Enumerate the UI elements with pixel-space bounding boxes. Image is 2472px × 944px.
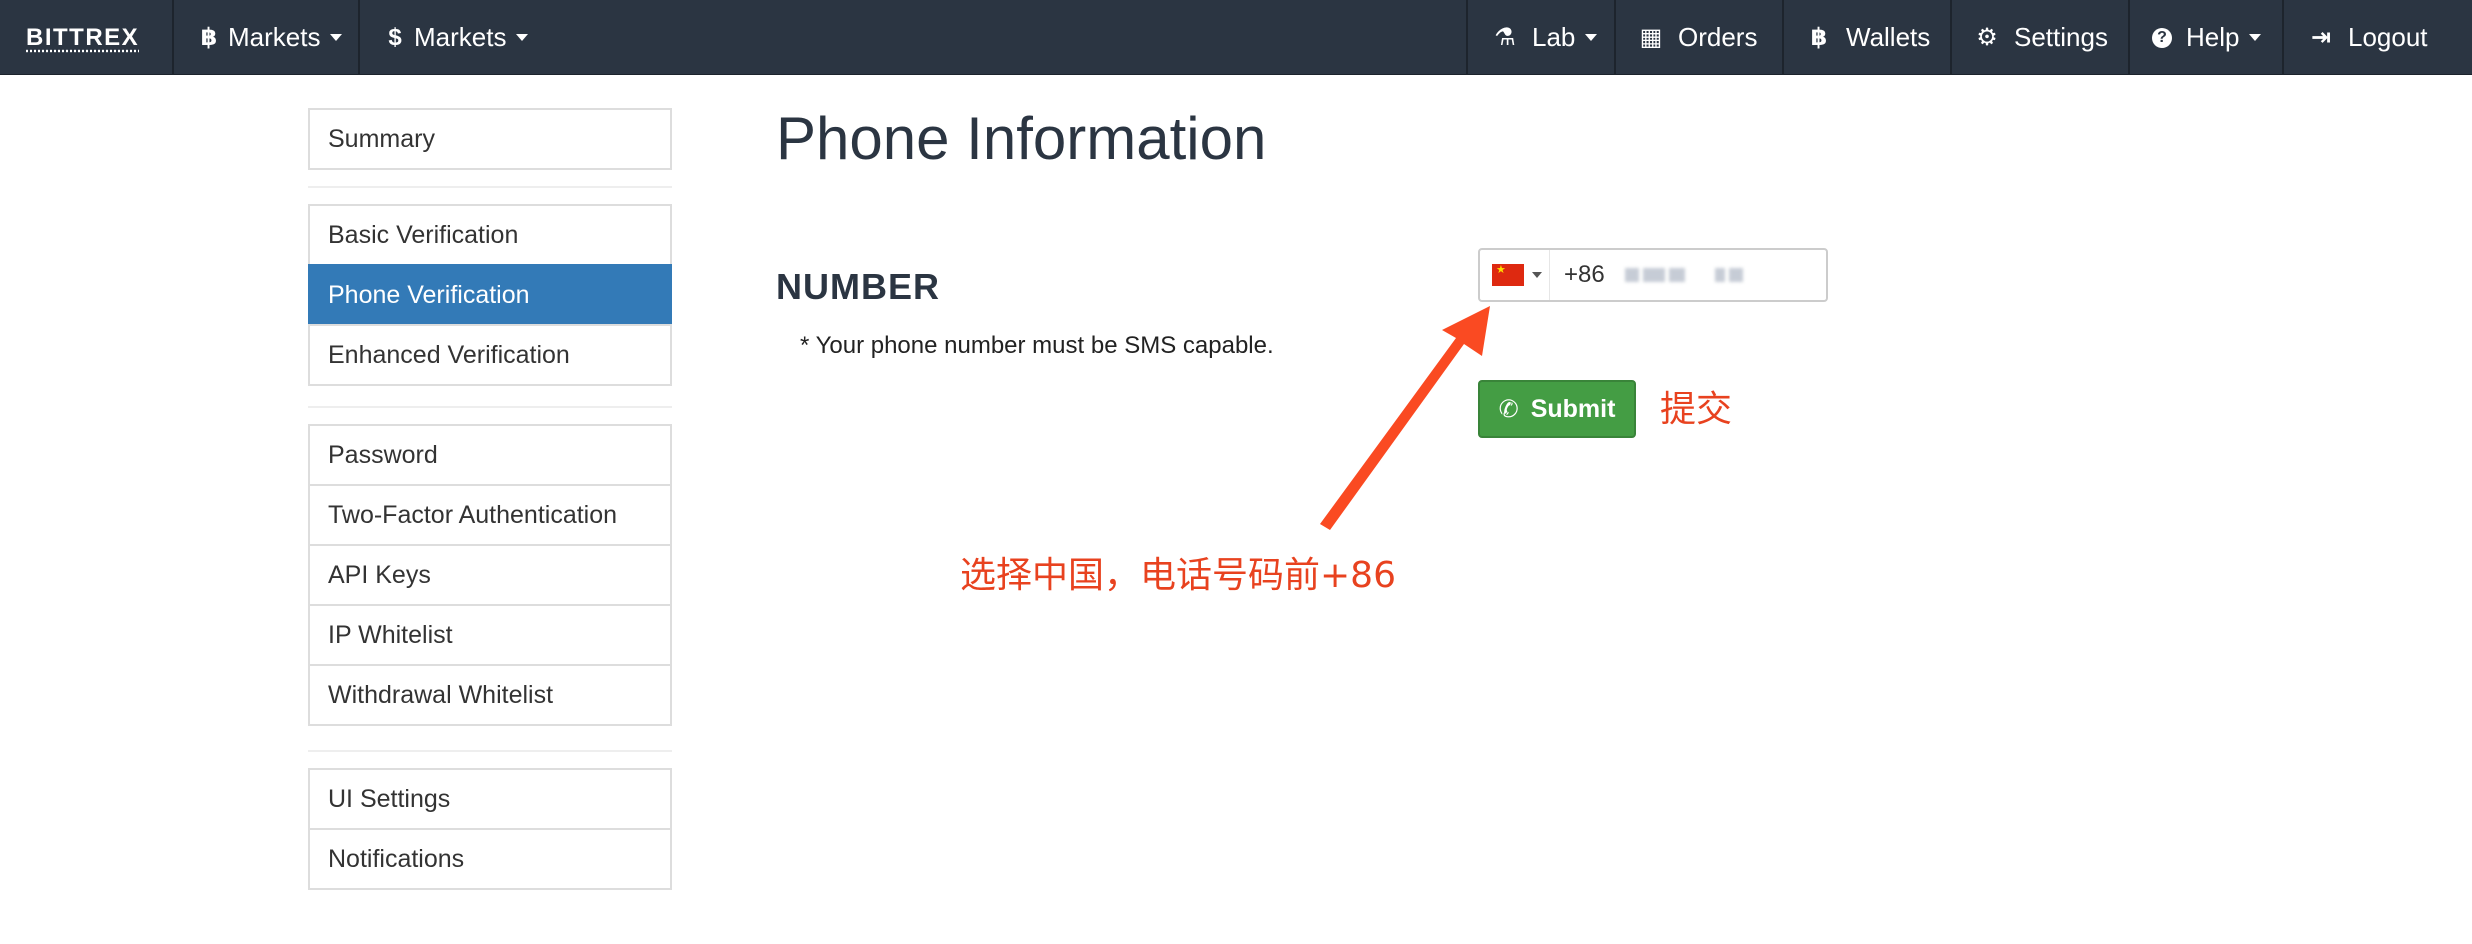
sidebar-item-two-factor[interactable]: Two-Factor Authentication xyxy=(308,484,672,546)
page-title: Phone Information xyxy=(776,105,1267,172)
sidebar-divider xyxy=(308,406,672,408)
nav-logout-label: Logout xyxy=(2348,22,2428,52)
nav-wallets-label: Wallets xyxy=(1846,22,1931,52)
chevron-down-icon xyxy=(516,34,529,41)
nav-markets-usd-menu[interactable]: $ Markets xyxy=(382,0,529,75)
sidebar-item-ui-settings[interactable]: UI Settings xyxy=(308,768,672,830)
sidebar-group-security: Password Two-Factor Authentication API K… xyxy=(308,424,672,726)
annotation-country: 选择中国，电话号码前+86 xyxy=(960,555,1396,596)
china-flag-icon: ★ xyxy=(1492,264,1524,286)
dollar-icon: $ xyxy=(388,23,402,51)
sidebar-group-summary: Summary xyxy=(308,108,672,170)
nav-divider xyxy=(2282,0,2284,75)
chevron-down-icon xyxy=(1585,34,1598,41)
sidebar-item-ip-whitelist[interactable]: IP Whitelist xyxy=(308,604,672,666)
sidebar-item-phone-verification[interactable]: Phone Verification xyxy=(308,264,672,326)
phone-icon: ✆ xyxy=(1498,395,1519,423)
sidebar-item-basic-verification[interactable]: Basic Verification xyxy=(308,204,672,266)
annotation-submit: 提交 xyxy=(1660,389,1733,430)
nav-divider xyxy=(2128,0,2130,75)
nav-divider xyxy=(358,0,360,75)
chevron-down-icon xyxy=(1532,272,1542,278)
gear-icon: ⚙ xyxy=(1976,24,1998,51)
sidebar-divider xyxy=(308,750,672,752)
submit-button-label: Submit xyxy=(1530,394,1616,423)
country-select[interactable]: ★ xyxy=(1480,250,1550,300)
nav-markets-btc-label: Markets xyxy=(228,22,321,52)
phone-help-text: * Your phone number must be SMS capable. xyxy=(800,332,1274,359)
nav-lab-label: Lab xyxy=(1532,22,1576,52)
nav-lab-menu[interactable]: ⚗ Lab xyxy=(1492,0,1598,75)
nav-help-menu[interactable]: ? Help xyxy=(2152,0,2262,75)
nav-settings-link[interactable]: ⚙ Settings xyxy=(1974,0,2108,75)
sidebar-item-enhanced-verification[interactable]: Enhanced Verification xyxy=(308,324,672,386)
submit-button[interactable]: ✆ Submit xyxy=(1478,380,1636,438)
sidebar-item-withdrawal-whitelist[interactable]: Withdrawal Whitelist xyxy=(308,664,672,726)
brand-logo[interactable]: BITTREX xyxy=(26,0,139,75)
nav-help-label: Help xyxy=(2186,22,2240,52)
nav-wallets-link[interactable]: ฿ Wallets xyxy=(1806,0,1931,75)
nav-divider xyxy=(1782,0,1784,75)
chevron-down-icon xyxy=(330,34,343,41)
top-navbar: BITTREX ฿ Markets $ Markets ⚗ Lab ▦ Orde… xyxy=(0,0,2472,75)
nav-divider xyxy=(1614,0,1616,75)
logout-icon: ⇥ xyxy=(2310,24,2332,51)
sidebar-divider xyxy=(308,186,672,188)
number-label: NUMBER xyxy=(776,266,940,307)
chevron-down-icon xyxy=(2249,34,2262,41)
sidebar-item-summary[interactable]: Summary xyxy=(308,108,672,170)
nav-settings-label: Settings xyxy=(2014,22,2108,52)
sidebar-group-preferences: UI Settings Notifications xyxy=(308,768,672,890)
nav-logout-link[interactable]: ⇥ Logout xyxy=(2308,0,2428,75)
redacted-phone-number xyxy=(1624,268,1743,282)
phone-number-field[interactable]: ★ +86 xyxy=(1478,248,1828,302)
nav-orders-link[interactable]: ▦ Orders xyxy=(1638,0,1758,75)
nav-divider xyxy=(172,0,174,75)
question-icon: ? xyxy=(2152,27,2172,48)
calendar-icon: ▦ xyxy=(1639,24,1663,51)
sidebar-item-notifications[interactable]: Notifications xyxy=(308,828,672,890)
nav-markets-btc-menu[interactable]: ฿ Markets xyxy=(196,0,343,75)
sidebar-item-api-keys[interactable]: API Keys xyxy=(308,544,672,606)
nav-markets-usd-label: Markets xyxy=(414,22,507,52)
nav-divider xyxy=(1466,0,1468,75)
sidebar-group-verification: Basic Verification Phone Verification En… xyxy=(308,204,672,386)
dial-code: +86 xyxy=(1564,261,1605,288)
flask-icon: ⚗ xyxy=(1494,24,1516,51)
nav-orders-label: Orders xyxy=(1678,22,1758,52)
bitcoin-icon: ฿ xyxy=(200,24,218,51)
sidebar-item-password[interactable]: Password xyxy=(308,424,672,486)
bitcoin-icon: ฿ xyxy=(1810,24,1828,51)
nav-divider xyxy=(1950,0,1952,75)
